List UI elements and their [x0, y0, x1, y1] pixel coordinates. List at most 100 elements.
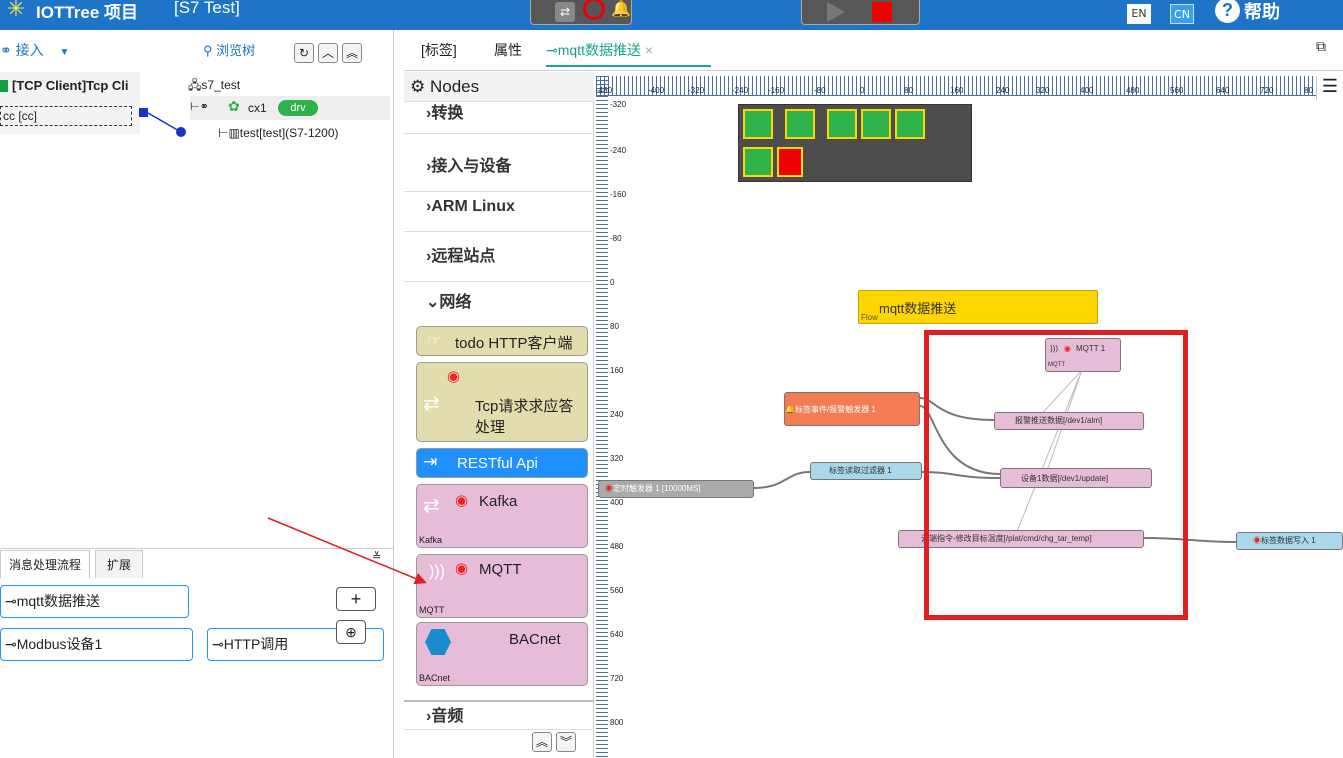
palette-node-bacnet[interactable]: BACnet BACnet [416, 622, 588, 686]
app-title: IOTTree 项目 [36, 3, 139, 22]
flow-node-write[interactable]: ◉标签数据写入 1 [1236, 532, 1343, 550]
lang-en-button[interactable]: EN [1127, 4, 1151, 24]
node-sub: MQTT [419, 605, 445, 615]
device-icon: ⊢▥ [218, 126, 240, 140]
handshake-icon: ☞ [427, 333, 442, 350]
cat-label: 远程站点 [431, 248, 496, 265]
tree-root-label: s7_test [201, 78, 241, 92]
connector-sub[interactable]: cc [cc] [0, 106, 132, 126]
logo-icon: ✳ [6, 0, 26, 21]
cat-label: 转换 [431, 105, 464, 122]
tab-mqtt-flow[interactable]: ⊸mqtt数据推送 × [546, 40, 711, 67]
stop-icon[interactable] [872, 2, 892, 22]
record-icon[interactable] [583, 0, 605, 20]
cat-convert[interactable]: ›转换 [404, 94, 594, 134]
flow-node-timer[interactable]: ◉定时触发器 1 [10000MS] [598, 480, 754, 498]
connector-title: [TCP Client]Tcp Cli [12, 78, 129, 93]
palette-node-tcp[interactable]: ◉ ⇄ Tcp请求求应答处理 [416, 362, 588, 442]
login-icon: ⇥ [423, 452, 438, 471]
driver-badge: drv [278, 100, 318, 116]
swap-icon: ⇄ [423, 393, 440, 415]
flow-canvas[interactable]: -480 -400 -320 -240 -160 -80 0 80 160 24… [596, 72, 1343, 758]
close-icon[interactable]: × [645, 42, 653, 58]
cat-network[interactable]: ⌄网络 [404, 278, 594, 328]
palette-node-http-client[interactable]: ☞ todo HTTP客户端 [416, 326, 588, 356]
cat-label: 音频 [431, 708, 464, 725]
target-icon: ◉ [605, 484, 613, 493]
flow-item-modbus[interactable]: ⊸Modbus设备1 [0, 628, 193, 661]
node-label: BACnet [509, 631, 561, 648]
play-icon[interactable] [827, 2, 845, 22]
collapse-down-icon[interactable]: ≚ [372, 550, 381, 563]
share-icon[interactable]: ⇄ [555, 2, 575, 22]
browse-tree-toggle[interactable]: ⚲ 浏览树 [203, 40, 255, 59]
toolbar-group-share: ⇄ 🔔 [530, 0, 632, 25]
cat-remote[interactable]: ›远程站点 [404, 232, 594, 282]
tree-device[interactable]: ⊢▥test[test](S7-1200) [218, 126, 339, 140]
palette-node-restful[interactable]: ⇥ RESTful Api [416, 448, 588, 478]
help-label[interactable]: 帮助 [1244, 0, 1280, 24]
help-icon[interactable]: ? [1215, 0, 1240, 23]
project-name: [S7 Test] [174, 0, 240, 17]
palette-node-kafka[interactable]: ⇄ ◉ Kafka Kafka [416, 484, 588, 548]
cat-arm[interactable]: ›ARM Linux [404, 182, 594, 232]
node-label: todo HTTP客户端 [455, 335, 573, 352]
palette-node-mqtt[interactable]: ))) ◉ MQTT MQTT [416, 554, 588, 618]
window-icon[interactable]: ⧉ [1316, 38, 1326, 55]
scroll-down-icon[interactable]: ︾ [556, 732, 576, 752]
node-label: Tcp请求求应答处理 [475, 398, 574, 436]
device-label: test[test](S7-1200) [239, 126, 339, 140]
cat-label: 网络 [439, 294, 472, 311]
cat-label: ARM Linux [431, 198, 515, 215]
toolbar-group-run [801, 0, 920, 25]
broadcast-icon: ))) [429, 563, 445, 580]
tab-ext[interactable]: 扩展 [95, 550, 143, 578]
target-icon: ◉ [447, 368, 461, 385]
target-icon: ◉ [455, 560, 469, 577]
lang-cn-button[interactable]: CN [1170, 4, 1194, 24]
left-panel: ⚭ 接入 ▼ ⚲ 浏览树 ↻ ︿ ︽ [TCP Client]Tcp Cli c… [0, 30, 394, 758]
tab-props[interactable]: 属性 [494, 40, 522, 60]
divider [0, 548, 393, 549]
gear-icon: ✿ [228, 98, 240, 114]
channel-label: cx1 [248, 101, 267, 115]
browse-label: 浏览树 [216, 43, 256, 58]
import-flow-button[interactable]: ⊕ [336, 620, 366, 644]
collapse-all-icon[interactable]: ︽ [342, 43, 362, 63]
flow-icon: ⊸ [5, 593, 17, 609]
collapse-up-icon[interactable]: ︿ [318, 43, 338, 63]
cat-label: 接入与设备 [431, 158, 512, 175]
flow-icon: ⊸ [212, 636, 224, 652]
flow-item-label: HTTP调用 [223, 636, 289, 652]
scroll-up-icon[interactable]: ︽ [532, 732, 552, 752]
node-label: 标签读取过滤器 1 [829, 466, 892, 475]
tree-channel[interactable]: ⊢⚭ ✿ cx1 drv [190, 96, 390, 120]
target-icon: ◉ [455, 492, 469, 509]
bell-icon: 🔔 [785, 405, 795, 414]
flow-node-filter[interactable]: 标签读取过滤器 1 [810, 462, 922, 480]
highlight-box [924, 330, 1188, 620]
cat-audio[interactable]: ›音频 [404, 700, 594, 730]
status-indicator [0, 80, 8, 92]
node-label: 定时触发器 1 [10000MS] [613, 484, 701, 493]
tab-flows[interactable]: 消息处理流程 [0, 550, 90, 578]
tab-tags[interactable]: [标签] [421, 40, 457, 60]
node-label: 标签数据写入 1 [1261, 536, 1316, 545]
flow-item-label: mqtt数据推送 [16, 593, 100, 609]
node-palette: ⚙ Nodes ›转换 ›接入与设备 ›ARM Linux ›远程站点 ⌄网络 … [404, 72, 594, 758]
tree-root[interactable]: 🖧s7_test [188, 76, 240, 97]
bell-icon[interactable]: 🔔 [611, 0, 631, 19]
node-label: MQTT [479, 561, 522, 578]
add-flow-button[interactable]: + [336, 587, 376, 611]
tab-label: mqtt数据推送 [557, 42, 641, 58]
connect-menu[interactable]: ⚭ 接入 ▼ [0, 40, 69, 60]
flow-item-mqtt[interactable]: ⊸mqtt数据推送 [0, 585, 189, 618]
node-sub: BACnet [419, 673, 451, 683]
node-sub: Kafka [419, 535, 443, 545]
link-icon: ⊢⚭ [190, 101, 209, 113]
flow-node-trigger[interactable]: 🔔标签事件/报警触发器 1 [784, 392, 920, 426]
connector-box[interactable]: [TCP Client]Tcp Cli cc [cc] [0, 72, 140, 134]
refresh-icon[interactable]: ↻ [294, 43, 314, 63]
sitemap-icon: 🖧 [188, 78, 202, 92]
swap-icon: ⇄ [423, 495, 440, 517]
